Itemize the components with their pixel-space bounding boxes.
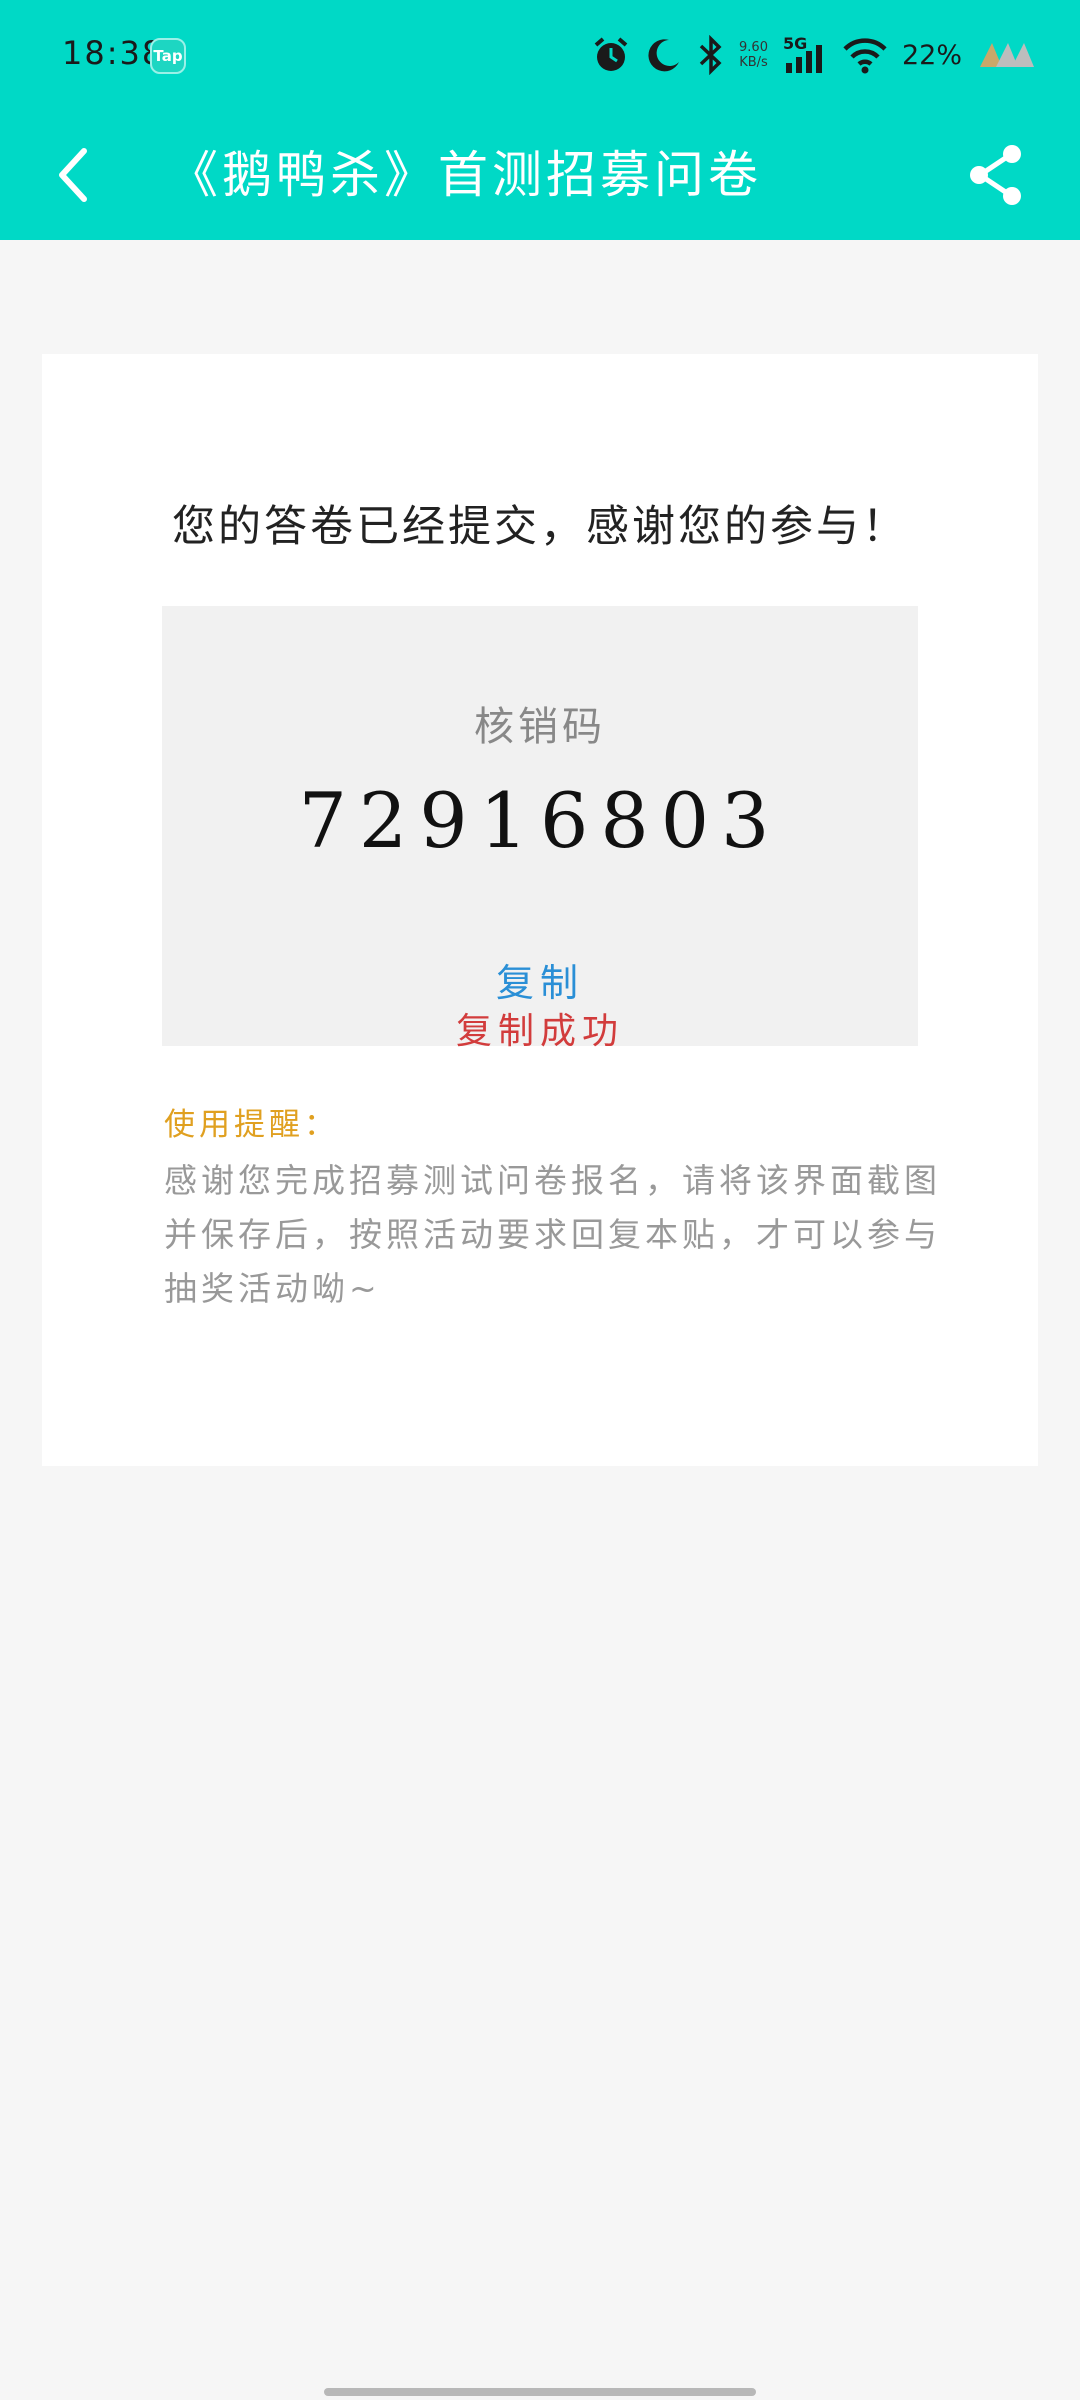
tip-title: 使用提醒： (164, 1107, 339, 1143)
wifi-icon (842, 35, 888, 75)
top-header: 18:38 Tap 9.60 KB/s 5G 22% 《鹅鸭杀》首测招募问卷 (0, 0, 1080, 240)
battery-percent: 22% (901, 39, 962, 71)
net-speed-unit: KB/s (739, 55, 768, 70)
status-bar: 18:38 Tap 9.60 KB/s 5G 22% (0, 0, 1080, 110)
signal-label: 5G (783, 35, 807, 53)
copy-button[interactable]: 复制 (162, 952, 918, 1007)
status-time: 18:38 (62, 34, 165, 72)
share-icon (970, 145, 1021, 205)
bluetooth-icon (697, 35, 725, 75)
tap-app-icon: Tap (150, 38, 186, 74)
result-card: 您的答卷已经提交，感谢您的参与！ 核销码 72916803 复制 复制成功 使用… (42, 354, 1038, 1466)
submitted-message: 您的答卷已经提交，感谢您的参与！ (172, 502, 908, 552)
net-speed: 9.60 KB/s (739, 40, 768, 70)
copy-success-text: 复制成功 (455, 1011, 624, 1052)
battery-icon (976, 37, 1040, 73)
nav-bar: 《鹅鸭杀》首测招募问卷 (0, 110, 1080, 240)
net-speed-value: 9.60 (739, 40, 768, 55)
moon-icon (645, 36, 683, 74)
page-title: 《鹅鸭杀》首测招募问卷 (168, 146, 762, 204)
back-button[interactable] (44, 135, 104, 215)
share-button[interactable] (956, 135, 1036, 215)
chevron-left-icon (59, 148, 87, 202)
tip-body: 感谢您完成招募测试问卷报名，请将该界面截图并保存后，按照活动要求回复本贴，才可以… (164, 1161, 941, 1308)
redeem-code-value[interactable]: 72916803 (162, 776, 918, 865)
redeem-code-label: 核销码 (474, 704, 606, 750)
redeem-code-box: 核销码 72916803 复制 复制成功 (162, 606, 918, 1052)
cellular-signal-icon: 5G (782, 35, 828, 75)
status-icons: 9.60 KB/s 5G 22% (591, 30, 1040, 80)
alarm-icon (591, 35, 631, 75)
home-indicator[interactable] (324, 2388, 756, 2396)
